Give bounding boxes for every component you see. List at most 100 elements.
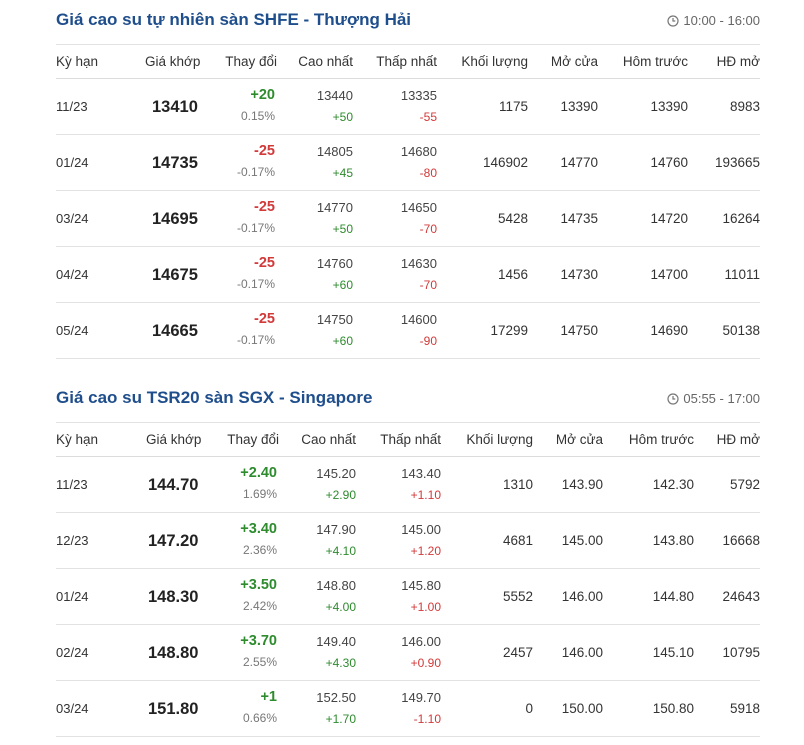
open-interest: 16264	[722, 211, 760, 226]
volume: 0	[525, 701, 533, 716]
header-col-prev[interactable]: Hôm trước	[629, 432, 694, 447]
header-col-open[interactable]: Mở cửa	[551, 54, 598, 69]
match-price: 14695	[152, 210, 198, 228]
contract-term: 03/24	[56, 701, 89, 716]
low-delta: -1.10	[413, 712, 441, 726]
high-price: 152.50	[316, 690, 356, 705]
high-delta: +60	[332, 334, 353, 348]
high-delta: +1.70	[325, 712, 356, 726]
price-change-pct: -0.17%	[236, 165, 275, 179]
price-change: +3.70	[240, 633, 277, 649]
previous-close: 144.80	[652, 589, 694, 604]
price-change: -25	[254, 143, 275, 159]
match-price: 14735	[152, 154, 198, 172]
price-table: Kỳ hạn Giá khớp Thay đổi Cao nhất Thấp nhất K…	[56, 422, 760, 737]
table-row[interactable]: 02/24 148.80 +3.70 2.55% 149.40 +4.30 146.00 +0…	[56, 625, 760, 681]
open-interest: 10795	[722, 645, 760, 660]
previous-close: 14690	[650, 323, 688, 338]
high-delta: +60	[332, 278, 353, 292]
header-col-low[interactable]: Thấp nhất	[376, 54, 437, 69]
open-price: 14750	[560, 323, 598, 338]
table-header: Kỳ hạn Giá khớp Thay đổi Cao nhất Thấp nhất K…	[56, 423, 760, 457]
header-col-high[interactable]: Cao nhất	[298, 54, 353, 69]
table-row[interactable]: 01/24 148.30 +3.50 2.42% 148.80 +4.00 145.80 +1…	[56, 569, 760, 625]
high-price: 148.80	[316, 578, 356, 593]
open-price: 146.00	[561, 589, 603, 604]
open-price: 14730	[560, 267, 598, 282]
open-price: 14735	[560, 211, 598, 226]
price-change-pct: 0.66%	[242, 711, 277, 725]
header-col-prev[interactable]: Hôm trước	[623, 54, 688, 69]
previous-close: 14760	[650, 155, 688, 170]
header-col-change[interactable]: Thay đổi	[225, 54, 277, 69]
sgx-section: Giá cao su TSR20 sàn SGX - Singapore 05:5…	[56, 378, 760, 737]
low-delta: +0.90	[410, 656, 441, 670]
table-row[interactable]: 05/24 14665 -25 -0.17% 14750 +60 14600 -90 17299…	[56, 303, 760, 359]
match-price: 13410	[152, 98, 198, 116]
volume: 4681	[502, 533, 533, 548]
match-price: 151.80	[148, 700, 199, 718]
contract-term: 03/24	[56, 211, 89, 226]
low-delta: +1.00	[410, 600, 441, 614]
low-price: 143.40	[401, 466, 441, 481]
header-col-term[interactable]: Kỳ hạn	[56, 432, 98, 447]
previous-close: 14720	[650, 211, 688, 226]
open-price: 14770	[560, 155, 598, 170]
high-price: 14770	[316, 200, 353, 215]
open-interest: 5918	[729, 701, 760, 716]
table-row[interactable]: 03/24 14695 -25 -0.17% 14770 +50 14650 -70 5428 1…	[56, 191, 760, 247]
match-price: 14665	[152, 322, 198, 340]
header-col-volume[interactable]: Khối lượng	[461, 54, 528, 69]
header-col-price[interactable]: Giá khớp	[146, 432, 201, 447]
header-col-open[interactable]: Mở cửa	[556, 432, 603, 447]
clock-icon	[667, 392, 679, 405]
low-price: 149.70	[401, 690, 441, 705]
header-col-change[interactable]: Thay đổi	[227, 432, 279, 447]
header-col-low[interactable]: Thấp nhất	[380, 432, 441, 447]
trading-hours: 05:55 - 17:00	[667, 391, 760, 406]
open-interest: 16668	[722, 533, 760, 548]
open-interest: 5792	[729, 477, 760, 492]
previous-close: 150.80	[652, 701, 694, 716]
volume: 5428	[497, 211, 528, 226]
low-delta: -70	[419, 222, 437, 236]
previous-close: 14700	[650, 267, 688, 282]
table-row[interactable]: 01/24 14735 -25 -0.17% 14805 +45 14680 -80 14690…	[56, 135, 760, 191]
price-table: Kỳ hạn Giá khớp Thay đổi Cao nhất Thấp nhất K…	[56, 44, 760, 359]
header-col-price[interactable]: Giá khớp	[145, 54, 200, 69]
match-price: 148.30	[148, 588, 199, 606]
header-col-volume[interactable]: Khối lượng	[466, 432, 533, 447]
high-delta: +4.10	[325, 544, 356, 558]
volume: 1310	[502, 477, 533, 492]
low-price: 14650	[400, 200, 437, 215]
low-delta: -55	[419, 110, 437, 124]
open-interest: 193665	[714, 155, 760, 170]
table-row[interactable]: 03/24 151.80 +1 0.66% 152.50 +1.70 149.70 -1.10…	[56, 681, 760, 737]
open-interest: 50138	[722, 323, 760, 338]
table-row[interactable]: 11/23 144.70 +2.40 1.69% 145.20 +2.90 143.40 +1…	[56, 457, 760, 513]
trading-hours: 10:00 - 16:00	[667, 13, 760, 28]
header-col-open-interest[interactable]: HĐ mở	[717, 54, 760, 69]
previous-close: 145.10	[652, 645, 694, 660]
previous-close: 13390	[650, 99, 688, 114]
header-col-high[interactable]: Cao nhất	[301, 432, 356, 447]
open-interest: 8983	[729, 99, 760, 114]
open-interest: 24643	[722, 589, 760, 604]
clock-icon	[667, 14, 679, 27]
table-row[interactable]: 12/23 147.20 +3.40 2.36% 147.90 +4.10 145.00 +1…	[56, 513, 760, 569]
low-price: 145.80	[401, 578, 441, 593]
low-delta: -80	[419, 166, 437, 180]
shfe-section: Giá cao su tự nhiên sàn SHFE - Thượng Hả…	[56, 0, 760, 359]
contract-term: 01/24	[56, 155, 89, 170]
price-change: +1	[260, 689, 277, 705]
table-row[interactable]: 11/23 13410 +20 0.15% 13440 +50 13335 -55 1175 13…	[56, 79, 760, 135]
previous-close: 142.30	[652, 477, 694, 492]
volume: 1175	[498, 99, 528, 114]
header-col-open-interest[interactable]: HĐ mở	[717, 432, 760, 447]
price-change-pct: 1.69%	[242, 487, 277, 501]
high-price: 14805	[316, 144, 353, 159]
price-change-pct: 2.42%	[242, 599, 277, 613]
header-col-term[interactable]: Kỳ hạn	[56, 54, 98, 69]
contract-term: 01/24	[56, 589, 89, 604]
table-row[interactable]: 04/24 14675 -25 -0.17% 14760 +60 14630 -70 1456 1…	[56, 247, 760, 303]
